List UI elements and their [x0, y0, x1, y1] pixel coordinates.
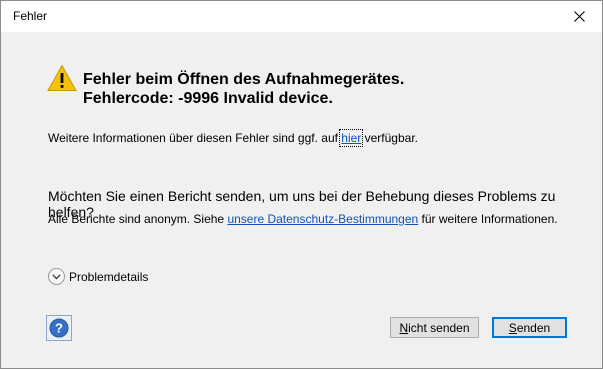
info-prefix: Weitere Informationen über diesen Fehler… — [48, 131, 342, 145]
dont-send-button[interactable]: Nicht senden — [390, 317, 479, 338]
svg-text:?: ? — [55, 321, 63, 336]
chevron-down-icon — [48, 268, 65, 285]
info-link[interactable]: hier — [339, 129, 364, 147]
anon-suffix: für weitere Informationen. — [418, 212, 558, 226]
problem-details-label: Problemdetails — [69, 269, 149, 284]
send-button[interactable]: Senden — [492, 317, 567, 338]
anon-text: Alle Berichte sind anonym. Siehe unsere … — [48, 212, 558, 226]
close-icon — [574, 11, 585, 22]
title-bar: Fehler — [1, 1, 602, 32]
info-text: Weitere Informationen über diesen Fehler… — [48, 129, 418, 147]
anon-prefix: Alle Berichte sind anonym. Siehe — [48, 212, 228, 226]
problem-details-toggle[interactable]: Problemdetails — [48, 268, 148, 285]
help-icon: ? — [49, 318, 69, 338]
dialog-content: Fehler beim Öffnen des Aufnahmegerätes. … — [9, 32, 594, 362]
error-heading: Fehler beim Öffnen des Aufnahmegerätes. … — [83, 70, 404, 108]
privacy-link[interactable]: unsere Datenschutz-Bestimmungen — [227, 212, 418, 226]
dont-send-label: icht senden — [408, 320, 470, 335]
info-suffix: verfügbar. — [361, 131, 418, 145]
dont-send-mnemonic: N — [399, 320, 409, 335]
error-code: Fehlercode: -9996 Invalid device. — [83, 90, 333, 107]
help-button[interactable]: ? — [46, 315, 72, 341]
error-title: Fehler beim Öffnen des Aufnahmegerätes. — [83, 71, 405, 88]
window-title: Fehler — [13, 9, 48, 23]
send-label: enden — [516, 320, 551, 335]
send-mnemonic: S — [508, 320, 517, 335]
warning-icon — [47, 64, 77, 91]
error-dialog-window: Fehler Fehler beim Öffnen des Aufnahmege… — [0, 0, 603, 369]
close-button[interactable] — [557, 1, 602, 32]
